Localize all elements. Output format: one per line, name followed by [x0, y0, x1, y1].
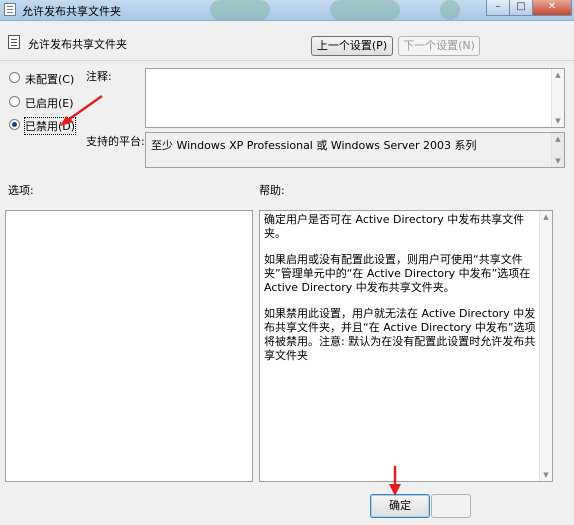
options-label: 选项: — [8, 184, 34, 197]
radio-circle[interactable] — [9, 72, 20, 83]
comment-scrollbar[interactable]: ▲ ▼ — [551, 69, 564, 127]
previous-setting-button[interactable]: 上一个设置(P) — [311, 36, 393, 56]
scroll-down-icon[interactable]: ▼ — [552, 155, 564, 167]
radio-circle[interactable] — [9, 96, 20, 107]
scroll-down-icon[interactable]: ▼ — [552, 115, 564, 127]
window-title: 允许发布共享文件夹 — [22, 5, 121, 18]
comment-label: 注释: — [86, 70, 112, 83]
help-paragraph: 确定用户是否可在 Active Directory 中发布共享文件夹。 — [264, 213, 525, 240]
platform-box: 至少 Windows XP Professional 或 Windows Ser… — [145, 132, 565, 168]
help-text: 确定用户是否可在 Active Directory 中发布共享文件夹。 如果启用… — [264, 213, 540, 375]
scroll-up-icon[interactable]: ▲ — [552, 133, 564, 145]
minimize-button[interactable]: – — [486, 0, 510, 16]
maximize-button[interactable]: □ — [509, 0, 533, 16]
next-setting-button[interactable]: 下一个设置(N) — [398, 36, 480, 56]
help-scrollbar[interactable]: ▲ ▼ — [539, 211, 552, 481]
setting-title: 允许发布共享文件夹 — [28, 38, 127, 51]
comment-textarea[interactable]: ▲ ▼ — [145, 68, 565, 128]
help-paragraph: 如果启用或没有配置此设置，则用户可使用“共享文件夹”管理单元中的“在 Activ… — [264, 253, 531, 294]
platform-label: 支持的平台: — [86, 135, 145, 148]
scroll-up-icon[interactable]: ▲ — [540, 211, 552, 223]
options-panel — [5, 210, 253, 482]
policy-setting-icon — [8, 35, 20, 49]
annotation-arrow-icon — [60, 94, 103, 126]
help-panel[interactable]: 确定用户是否可在 Active Directory 中发布共享文件夹。 如果启用… — [259, 210, 553, 482]
header-divider — [0, 60, 574, 61]
policy-document-icon — [4, 3, 16, 16]
titlebar-background-shape — [210, 0, 270, 20]
radio-circle-selected[interactable] — [9, 119, 20, 130]
close-button[interactable]: ✕ — [532, 0, 572, 16]
scroll-up-icon[interactable]: ▲ — [552, 69, 564, 81]
cancel-button-partial[interactable] — [431, 494, 471, 518]
help-paragraph: 如果禁用此设置，用户就无法在 Active Directory 中发布共享文件夹… — [264, 307, 536, 362]
title-bar[interactable]: 允许发布共享文件夹 – □ ✕ — [0, 0, 574, 21]
platform-scrollbar[interactable]: ▲ ▼ — [551, 133, 564, 167]
platform-value: 至少 Windows XP Professional 或 Windows Ser… — [151, 139, 477, 152]
titlebar-background-shape — [330, 0, 400, 20]
radio-label: 未配置(C) — [25, 73, 75, 86]
scroll-down-icon[interactable]: ▼ — [540, 469, 552, 481]
titlebar-background-shape — [440, 0, 460, 20]
help-label: 帮助: — [259, 184, 285, 197]
annotation-arrow-icon — [389, 466, 401, 496]
